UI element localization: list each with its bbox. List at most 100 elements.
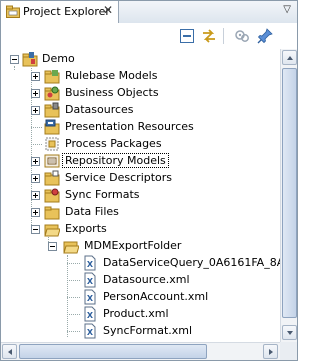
scroll-up-button[interactable]	[282, 50, 297, 65]
collapse-toggle[interactable]	[31, 225, 40, 234]
tree-item-file[interactable]: X Datasource.xml	[1, 272, 271, 289]
tree-item-rulebase-models[interactable]: Rulebase Models	[1, 68, 271, 85]
horizontal-scrollbar[interactable]	[1, 342, 280, 360]
scroll-down-button[interactable]	[282, 325, 297, 340]
view-tab-bar: Project Explorer ✕ ▽	[1, 1, 297, 24]
scrollbar-corner	[280, 342, 297, 360]
arrow-left-icon	[8, 349, 12, 355]
tree-connector	[67, 331, 80, 332]
collapse-toggle[interactable]	[48, 242, 57, 251]
tree-item-process-packages[interactable]: Process Packages	[1, 136, 271, 153]
expand-toggle[interactable]	[31, 106, 40, 115]
expand-toggle[interactable]	[31, 72, 40, 81]
tree-item-label: Rulebase Models	[65, 69, 158, 82]
tree-item-sync-formats[interactable]: Sync Formats	[1, 187, 271, 204]
expand-toggle[interactable]	[31, 89, 40, 98]
toolbar-separator	[223, 28, 224, 44]
arrow-right-icon	[269, 349, 273, 355]
horizontal-scroll-thumb[interactable]	[19, 344, 207, 359]
tree-item-label: Service Descriptors	[65, 171, 173, 184]
close-icon[interactable]: ✕	[103, 3, 113, 17]
vertical-scroll-thumb[interactable]	[282, 68, 297, 318]
pin-icon[interactable]	[257, 28, 273, 44]
svg-text:X: X	[87, 294, 94, 303]
svg-text:X: X	[87, 328, 94, 337]
tree-item-data-files[interactable]: Data Files	[1, 204, 271, 221]
presentation-icon	[44, 119, 60, 135]
tree-item-file[interactable]: X SyncFormat.xml	[1, 323, 271, 340]
tree-item-service-descriptors[interactable]: Service Descriptors	[1, 170, 271, 187]
project-icon	[22, 52, 38, 67]
tree-item-label: Business Objects	[65, 86, 159, 99]
link-with-editor-icon[interactable]	[201, 28, 217, 44]
tree-connector	[67, 280, 80, 281]
tree-item-file[interactable]: X DataServiceQuery_0A6161FA_8AE1	[1, 255, 280, 272]
tree-item-label: Sync Formats	[65, 188, 140, 201]
tree-connector	[31, 127, 42, 128]
scroll-right-button[interactable]	[263, 344, 278, 359]
tree-item-label: Exports	[65, 222, 107, 235]
project-tree: Demo Rulebase Models Business Objects Da…	[1, 49, 280, 342]
arrow-down-icon	[287, 331, 293, 335]
expand-toggle[interactable]	[31, 191, 40, 200]
tree-item-label: Datasources	[65, 103, 134, 116]
tab-title: Project Explorer	[23, 5, 110, 18]
tree-item-demo[interactable]: Demo	[1, 51, 271, 68]
folder-open-icon	[63, 241, 79, 254]
repository-icon	[44, 154, 60, 168]
arrow-up-icon	[287, 56, 293, 60]
tree-item-label: Demo	[42, 52, 75, 65]
rulebase-icon	[44, 70, 60, 84]
xml-file-icon: X	[84, 289, 96, 305]
project-explorer-icon	[6, 5, 20, 18]
view-toolbar	[1, 23, 297, 49]
tree-item-mdm-export-folder[interactable]: MDMExportFolder	[1, 238, 271, 255]
xml-file-icon: X	[84, 306, 96, 322]
tree-item-business-objects[interactable]: Business Objects	[1, 85, 271, 102]
project-explorer-tab[interactable]: Project Explorer ✕	[1, 1, 119, 23]
sync-format-icon	[44, 188, 60, 203]
svg-text:X: X	[87, 260, 94, 269]
tree-item-label: Data Files	[65, 205, 119, 218]
expand-toggle[interactable]	[31, 174, 40, 183]
tree-item-datasources[interactable]: Datasources	[1, 102, 271, 119]
tree-item-label: PersonAccount.xml	[103, 290, 209, 303]
xml-file-icon: X	[84, 272, 96, 288]
tree-item-label: Datasource.xml	[103, 273, 190, 286]
xml-file-icon: X	[84, 323, 96, 339]
project-explorer-view: Project Explorer ✕ ▽ Demo Rulebase Model…	[0, 0, 298, 361]
scroll-left-button[interactable]	[2, 344, 17, 359]
tree-connector	[67, 263, 80, 264]
collapse-all-icon[interactable]	[179, 28, 195, 44]
expand-toggle[interactable]	[31, 157, 40, 166]
tree-connector	[31, 144, 42, 145]
svg-text:X: X	[87, 311, 94, 320]
tree-item-label: Product.xml	[103, 307, 169, 320]
tree-item-label: Repository Models	[62, 153, 169, 168]
vertical-scrollbar[interactable]	[280, 49, 297, 342]
expand-toggle[interactable]	[31, 208, 40, 217]
tree-item-label: MDMExportFolder	[84, 239, 182, 252]
tree-item-repository-models[interactable]: Repository Models	[1, 153, 271, 170]
folder-open-icon	[44, 224, 60, 237]
tree-item-file[interactable]: X PersonAccount.xml	[1, 289, 271, 306]
collapse-toggle[interactable]	[10, 55, 19, 64]
filters-icon[interactable]	[234, 28, 250, 44]
tree-item-presentation-resources[interactable]: Presentation Resources	[1, 119, 271, 136]
view-menu-icon[interactable]: ▽	[283, 4, 291, 15]
tree-item-label: Process Packages	[65, 137, 162, 150]
tree-item-label: SyncFormat.xml	[103, 324, 193, 337]
xml-file-icon: X	[84, 255, 96, 271]
tree-item-file[interactable]: X Product.xml	[1, 306, 271, 323]
service-descriptor-icon	[44, 170, 60, 186]
tree-connector	[67, 314, 80, 315]
process-package-icon	[45, 137, 59, 151]
folder-icon	[44, 206, 60, 220]
datasource-folder-icon	[44, 102, 60, 118]
tree-item-label: Presentation Resources	[65, 120, 194, 133]
svg-text:X: X	[87, 277, 94, 286]
tree-connector	[67, 297, 80, 298]
tree-item-label: DataServiceQuery_0A6161FA_8AE1	[103, 256, 280, 269]
tree-item-exports[interactable]: Exports	[1, 221, 271, 238]
business-objects-icon	[44, 86, 60, 101]
